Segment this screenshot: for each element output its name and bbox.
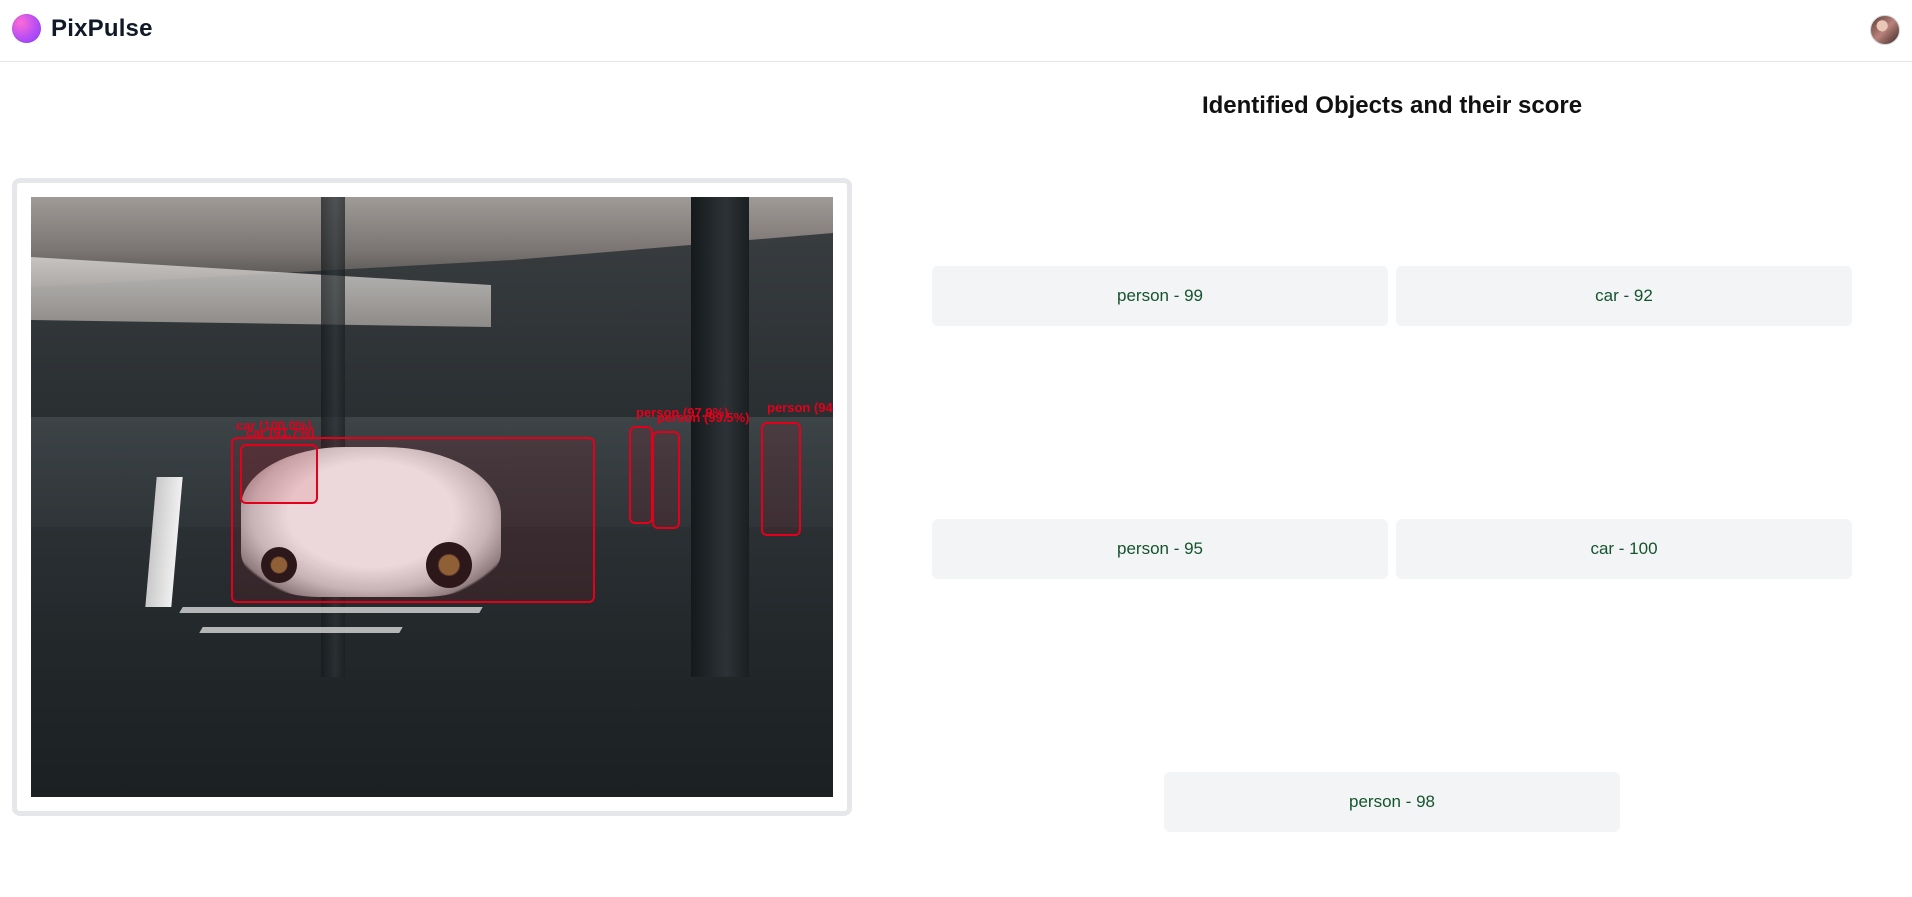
photo-pillar	[691, 197, 749, 677]
brand[interactable]: PixPulse	[12, 14, 153, 43]
detection-box-car	[240, 444, 318, 504]
pixpulse-logo-icon	[12, 14, 41, 43]
detection-label: person (99.5%)	[657, 410, 750, 425]
detection-label: car (91.7%)	[246, 425, 315, 440]
result-card[interactable]: person - 98	[1164, 772, 1620, 832]
user-avatar[interactable]	[1870, 15, 1900, 45]
image-frame: car (100.0%) car (91.7%) person (97.9%) …	[12, 178, 852, 816]
result-card[interactable]: person - 99	[932, 266, 1388, 326]
result-card-label: car - 92	[1595, 286, 1653, 305]
result-card-label: car - 100	[1590, 539, 1658, 558]
result-card-label: person - 95	[1117, 539, 1203, 558]
detection-box-person	[761, 422, 801, 536]
result-card[interactable]: car - 92	[1396, 266, 1852, 326]
results-title: Identified Objects and their score	[1201, 92, 1583, 119]
result-card[interactable]: person - 95	[932, 519, 1388, 579]
app-name: PixPulse	[51, 14, 153, 42]
result-card-label: person - 99	[1117, 286, 1203, 305]
result-card[interactable]: car - 100	[1396, 519, 1852, 579]
photo-floor-line	[179, 607, 483, 613]
detection-box-person	[629, 426, 653, 524]
result-card-label: person - 98	[1349, 792, 1435, 811]
analyzed-photo: car (100.0%) car (91.7%) person (97.9%) …	[31, 197, 833, 797]
photo-floor-line	[199, 627, 403, 633]
detection-box-person	[652, 431, 680, 529]
detection-label: person (94	[767, 400, 833, 415]
top-navbar: PixPulse	[0, 0, 1912, 62]
